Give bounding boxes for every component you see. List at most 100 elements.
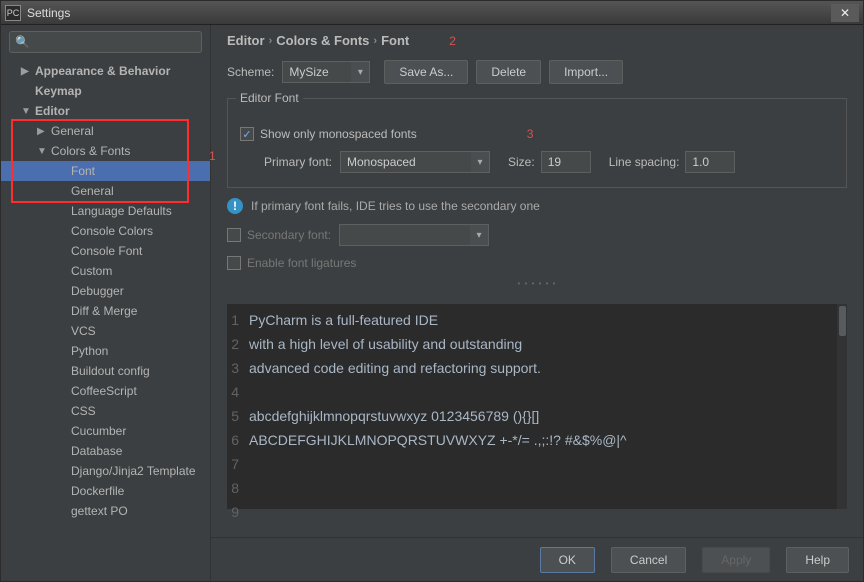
chevron-right-icon: ▶ — [37, 126, 47, 137]
tree-item[interactable]: ▶ General — [1, 121, 210, 141]
chevron-right-icon: › — [269, 35, 273, 47]
body: 🔍 ▶Appearance & BehaviorKeymap▼Editor▶Ge… — [1, 25, 863, 581]
info-icon: ! — [227, 198, 243, 214]
tree-item[interactable]: Debugger — [1, 281, 210, 301]
gutter: 123456789 — [227, 304, 243, 509]
tree-item-label: CoffeeScript — [71, 384, 137, 398]
ligatures-label: Enable font ligatures — [247, 256, 356, 270]
chevron-down-icon: ▼ — [37, 146, 47, 157]
tree-item-label: Language Defaults — [71, 204, 172, 218]
ok-button[interactable]: OK — [540, 547, 595, 573]
tree-item-label: Debugger — [71, 284, 124, 298]
tree-item[interactable]: CoffeeScript — [1, 381, 210, 401]
settings-tree[interactable]: ▶ Appearance & Behavior Keymap ▼ Editor ▶ Gene… — [1, 59, 210, 581]
tree-item[interactable]: Console Font — [1, 241, 210, 261]
spacing-input[interactable] — [685, 151, 735, 173]
tree-item-label: Python — [71, 344, 108, 358]
titlebar: PC Settings ✕ — [1, 1, 863, 25]
editor-font-legend: Editor Font — [236, 91, 303, 105]
import-button[interactable]: Import... — [549, 60, 623, 84]
secondary-font-combo[interactable]: ▾ — [339, 224, 489, 246]
secondary-font-label: Secondary font: — [247, 228, 339, 242]
show-mono-label: Show only monospaced fonts — [260, 127, 417, 141]
tree-item-label: Custom — [71, 264, 112, 278]
breadcrumb: Editor › Colors & Fonts › Font 2 — [227, 33, 847, 48]
primary-font-label: Primary font: — [240, 155, 332, 169]
annotation-3: 3 — [527, 127, 534, 141]
tree-item[interactable]: ▶ Appearance & Behavior — [1, 61, 210, 81]
secondary-font-checkbox[interactable] — [227, 228, 241, 242]
save-as-button[interactable]: Save As... — [384, 60, 468, 84]
tree-item-label: CSS — [71, 404, 96, 418]
tree-item[interactable]: ▼ Colors & Fonts — [1, 141, 210, 161]
scheme-combo[interactable]: ▾ — [282, 61, 370, 83]
help-button[interactable]: Help — [786, 547, 849, 573]
tree-item-label: Console Font — [71, 244, 142, 258]
ligatures-checkbox[interactable] — [227, 256, 241, 270]
cancel-button[interactable]: Cancel — [611, 547, 686, 573]
primary-font-value[interactable] — [340, 151, 490, 173]
tree-item[interactable]: Language Defaults — [1, 201, 210, 221]
tree-item-label: General — [71, 184, 114, 198]
chevron-down-icon[interactable]: ▾ — [470, 225, 488, 245]
tree-item[interactable]: Custom — [1, 261, 210, 281]
tree-item[interactable]: Dockerfile — [1, 481, 210, 501]
chevron-right-icon: ▶ — [21, 66, 31, 77]
preview-resize-grip[interactable]: • • • • • • — [227, 280, 847, 286]
editor-font-group: Editor Font ✓ Show only monospaced fonts… — [227, 98, 847, 188]
tree-item-label: Colors & Fonts — [51, 144, 130, 158]
tree-item-label: Appearance & Behavior — [35, 64, 170, 78]
annotation-2: 2 — [449, 34, 456, 48]
delete-button[interactable]: Delete — [476, 60, 541, 84]
tree-item-label: Editor — [35, 104, 70, 118]
tree-item[interactable]: gettext PO — [1, 501, 210, 521]
tree-item-label: Font — [71, 164, 95, 178]
dialog-footer: OK Cancel Apply Help — [211, 537, 863, 581]
tree-item-label: Buildout config — [71, 364, 150, 378]
main-panel: Editor › Colors & Fonts › Font 2 Scheme:… — [211, 25, 863, 581]
tree-item[interactable]: VCS — [1, 321, 210, 341]
tree-item[interactable]: Console Colors — [1, 221, 210, 241]
tree-item-label: VCS — [71, 324, 96, 338]
show-mono-checkbox[interactable]: ✓ — [240, 127, 254, 141]
sidebar-search-input[interactable] — [9, 31, 202, 53]
font-preview: 123456789 PyCharm is a full-featured IDE… — [227, 304, 847, 509]
spacing-label: Line spacing: — [609, 155, 680, 169]
settings-window: PC Settings ✕ 🔍 ▶Appearance & BehaviorKe… — [0, 0, 864, 582]
sidebar: 🔍 ▶Appearance & BehaviorKeymap▼Editor▶Ge… — [1, 25, 211, 581]
window-close-button[interactable]: ✕ — [831, 4, 859, 22]
size-label: Size: — [508, 155, 535, 169]
chevron-down-icon[interactable]: ▾ — [471, 152, 489, 172]
tree-item-label: Database — [71, 444, 122, 458]
tree-item[interactable]: Keymap — [1, 81, 210, 101]
info-row: ! If primary font fails, IDE tries to us… — [227, 198, 847, 214]
code-preview: PyCharm is a full-featured IDEwith a hig… — [243, 304, 837, 509]
tree-item[interactable]: CSS — [1, 401, 210, 421]
chevron-down-icon[interactable]: ▾ — [351, 62, 369, 82]
tree-item[interactable]: Buildout config — [1, 361, 210, 381]
tree-item[interactable]: Diff & Merge — [1, 301, 210, 321]
tree-item-label: General — [51, 124, 94, 138]
secondary-font-value[interactable] — [339, 224, 489, 246]
tree-item[interactable]: ▼ Editor — [1, 101, 210, 121]
tree-item-label: Diff & Merge — [71, 304, 137, 318]
tree-item[interactable]: Django/Jinja2 Template — [1, 461, 210, 481]
tree-item[interactable]: General — [1, 181, 210, 201]
tree-item[interactable]: Cucumber — [1, 421, 210, 441]
tree-item-label: Console Colors — [71, 224, 153, 238]
primary-font-combo[interactable]: ▾ — [340, 151, 490, 173]
app-icon: PC — [5, 5, 21, 21]
tree-item-label: gettext PO — [71, 504, 128, 518]
tree-item[interactable]: Python — [1, 341, 210, 361]
preview-scrollbar[interactable] — [837, 304, 847, 509]
size-input[interactable] — [541, 151, 591, 173]
chevron-down-icon: ▼ — [21, 106, 31, 117]
scheme-label: Scheme: — [227, 65, 274, 79]
tree-item[interactable]: Database — [1, 441, 210, 461]
chevron-right-icon: › — [373, 35, 377, 47]
tree-item-label: Cucumber — [71, 424, 126, 438]
tree-item[interactable]: Font — [1, 161, 210, 181]
tree-item-label: Django/Jinja2 Template — [71, 464, 196, 478]
tree-item-label: Dockerfile — [71, 484, 124, 498]
apply-button[interactable]: Apply — [702, 547, 770, 573]
